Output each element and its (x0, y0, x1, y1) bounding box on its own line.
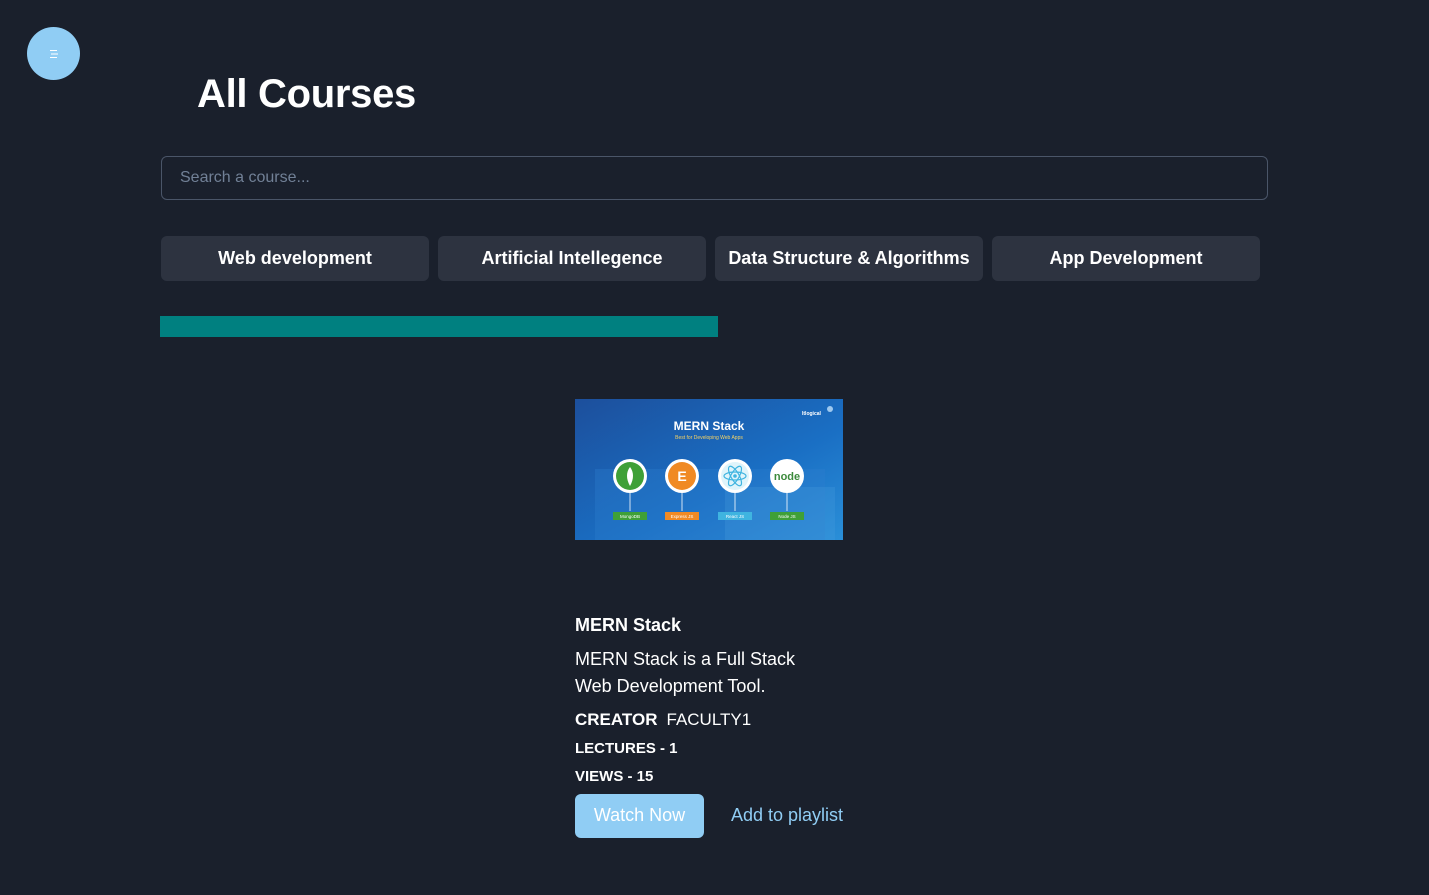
creator-row: CREATOR FACULTY1 (575, 708, 875, 732)
hamburger-icon (49, 49, 58, 58)
thumbnail-tech-label: Express JS (671, 514, 694, 519)
category-dsa-button[interactable]: Data Structure & Algorithms (715, 236, 983, 281)
views-count: VIEWS - 15 (575, 767, 654, 785)
svg-text:node: node (774, 471, 800, 483)
course-thumbnail: Itlogical MERN Stack Best for Developing… (575, 399, 843, 540)
thumbnail-tech-label: MongoDB (620, 514, 640, 519)
category-web-development-button[interactable]: Web development (161, 236, 429, 281)
category-app-development-button[interactable]: App Development (992, 236, 1260, 281)
thumbnail-brand: Itlogical (802, 411, 822, 417)
thumbnail-subtitle: Best for Developing Web Apps (675, 435, 743, 441)
menu-button[interactable] (27, 27, 80, 80)
course-title: MERN Stack (575, 615, 682, 635)
search-input[interactable] (161, 156, 1268, 200)
thumbnail-tech-label: React JS (726, 514, 744, 519)
category-list: Web development Artificial Intellegence … (161, 236, 1260, 281)
course-card: Itlogical MERN Stack Best for Developing… (575, 399, 875, 838)
page-title: All Courses (197, 72, 416, 116)
thumbnail-tech-label: Node JS (778, 514, 795, 519)
thumbnail-title: MERN Stack (674, 419, 745, 433)
course-actions: Watch Now Add to playlist (575, 793, 875, 838)
course-description: MERN Stack is a Full Stack Web Developme… (575, 648, 796, 696)
creator-label: CREATOR (575, 709, 658, 729)
creator-name: FACULTY1 (666, 709, 752, 729)
svg-text:E: E (677, 468, 686, 484)
watch-now-button[interactable]: Watch Now (575, 793, 704, 838)
category-artificial-intelligence-button[interactable]: Artificial Intellegence (438, 236, 706, 281)
teal-divider-bar (160, 316, 718, 337)
lectures-count: LECTURES - 1 (575, 739, 678, 757)
add-to-playlist-button[interactable]: Add to playlist (731, 805, 843, 826)
